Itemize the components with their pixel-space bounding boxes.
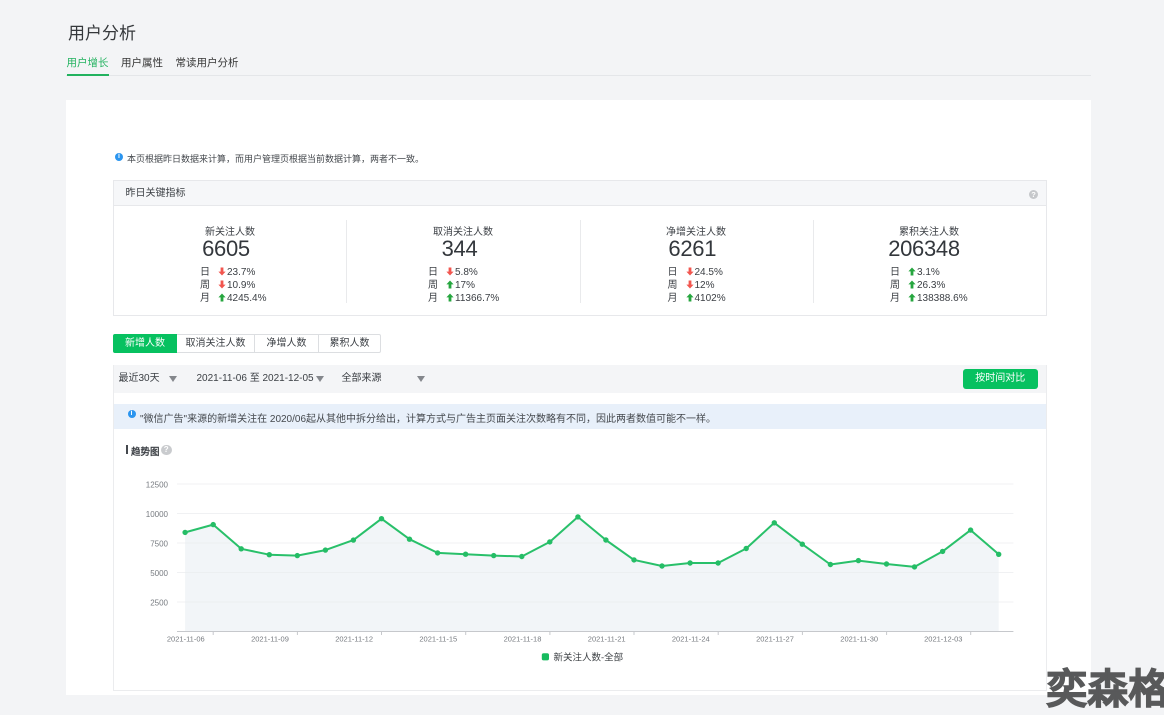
svg-text:2021-11-24: 2021-11-24 xyxy=(672,635,710,644)
svg-text:2021-11-15: 2021-11-15 xyxy=(419,635,457,644)
svg-text:10000: 10000 xyxy=(146,510,169,519)
svg-text:2021-11-30: 2021-11-30 xyxy=(840,635,878,644)
svg-text:5000: 5000 xyxy=(150,569,168,578)
svg-text:2021-11-27: 2021-11-27 xyxy=(756,635,794,644)
svg-text:2021-11-12: 2021-11-12 xyxy=(335,635,373,644)
svg-text:2021-11-06: 2021-11-06 xyxy=(167,635,205,644)
svg-text:新关注人数-全部: 新关注人数-全部 xyxy=(554,652,624,664)
svg-text:2021-11-09: 2021-11-09 xyxy=(251,635,289,644)
svg-text:2021-12-03: 2021-12-03 xyxy=(924,635,962,644)
svg-text:7500: 7500 xyxy=(150,540,168,549)
svg-text:2021-11-21: 2021-11-21 xyxy=(588,635,626,644)
svg-text:12500: 12500 xyxy=(146,481,169,490)
svg-text:2500: 2500 xyxy=(150,599,168,608)
svg-text:2021-11-18: 2021-11-18 xyxy=(504,635,542,644)
